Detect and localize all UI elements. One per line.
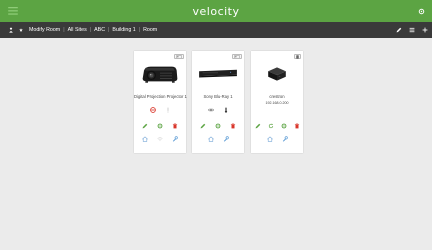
device-links [251, 136, 303, 142]
device-card-bluray[interactable]: Sony Blu-Ray 1 [192, 51, 244, 153]
device-name: crestron [269, 94, 285, 99]
breadcrumb-separator: | [89, 27, 92, 33]
breadcrumb-building[interactable]: Building 1 [112, 27, 135, 33]
star-icon[interactable] [19, 28, 23, 32]
settings-icon[interactable] [215, 123, 221, 129]
device-card-projector[interactable]: Digital Projection Projector 1 [134, 51, 187, 153]
wrench-icon[interactable] [223, 136, 229, 142]
page-title: Modify Room [29, 27, 61, 33]
edit-icon[interactable] [396, 27, 402, 33]
device-grid: Digital Projection Projector 1 Sony Blu-… [0, 38, 432, 250]
edit-icon[interactable] [200, 123, 206, 129]
projector-image [134, 59, 186, 89]
warning-icon[interactable] [149, 107, 156, 113]
settings-icon[interactable] [157, 123, 163, 129]
breadcrumb-room[interactable]: Room [143, 27, 157, 33]
wrench-icon[interactable] [282, 136, 288, 142]
thermometer-icon[interactable] [223, 107, 229, 113]
breadcrumb-separator: | [138, 27, 141, 33]
delete-icon[interactable] [172, 123, 178, 129]
status-icons [134, 107, 186, 113]
breadcrumb-all-sites[interactable]: All Sites [68, 27, 87, 33]
device-name: Digital Projection Projector 1 [134, 94, 187, 99]
top-bar: velocity [0, 0, 432, 22]
device-links [134, 136, 186, 142]
wifi-icon[interactable] [157, 136, 163, 142]
device-actions [134, 123, 186, 129]
nav-bar: Modify Room | All Sites | ABC | Building… [0, 22, 432, 38]
device-links [192, 136, 244, 142]
device-name: Sony Blu-Ray 1 [203, 94, 233, 99]
edit-icon[interactable] [255, 123, 261, 129]
settings-icon[interactable] [281, 123, 287, 129]
edit-icon[interactable] [142, 123, 148, 129]
nav-separator: | [63, 27, 65, 33]
info-icon[interactable] [165, 107, 171, 113]
status-icons [192, 107, 244, 113]
user-icon[interactable] [9, 27, 13, 33]
brand-logo: velocity [192, 4, 240, 18]
device-card-crestron[interactable]: crestron 192.168.0.200 [251, 51, 303, 153]
menu-icon[interactable] [6, 6, 20, 16]
settings-gear-icon[interactable] [416, 6, 426, 16]
home-icon[interactable] [266, 136, 273, 142]
breadcrumb-separator: | [108, 27, 110, 33]
delete-icon[interactable] [230, 123, 236, 129]
nav-actions [396, 22, 428, 38]
device-actions [251, 123, 303, 129]
add-icon[interactable] [422, 27, 428, 33]
list-icon[interactable] [409, 27, 415, 33]
home-icon[interactable] [142, 136, 148, 142]
link-icon[interactable] [207, 107, 214, 113]
breadcrumb-abc[interactable]: ABC [94, 27, 105, 33]
refresh-icon[interactable] [268, 123, 274, 129]
controller-image [251, 59, 303, 89]
bluray-player-image [192, 59, 244, 89]
wrench-icon[interactable] [172, 136, 178, 142]
delete-icon[interactable] [294, 123, 300, 129]
device-ip: 192.168.0.200 [265, 101, 289, 105]
device-actions [192, 123, 244, 129]
home-icon[interactable] [207, 136, 214, 142]
